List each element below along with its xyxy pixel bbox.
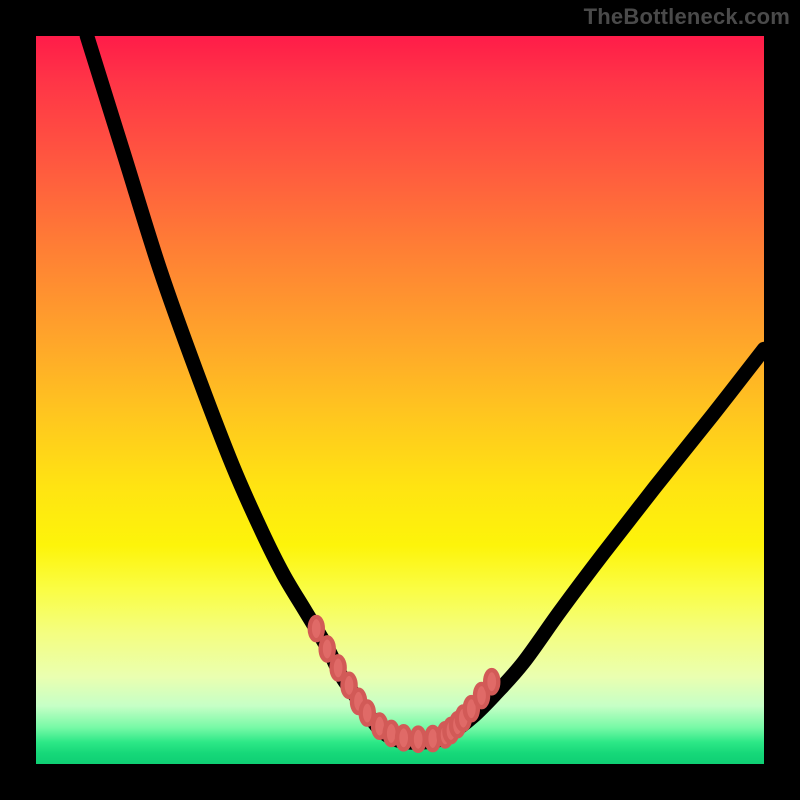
curve-marker	[321, 637, 334, 660]
curve-marker	[485, 670, 498, 693]
chart-frame: TheBottleneck.com	[0, 0, 800, 800]
curve-marker	[310, 617, 323, 640]
curve-marker	[412, 728, 425, 751]
plot-svg	[36, 36, 764, 764]
plot-area	[36, 36, 764, 764]
attribution-label: TheBottleneck.com	[584, 4, 790, 30]
curve-marker	[397, 726, 410, 749]
bottleneck-curve	[87, 36, 764, 742]
